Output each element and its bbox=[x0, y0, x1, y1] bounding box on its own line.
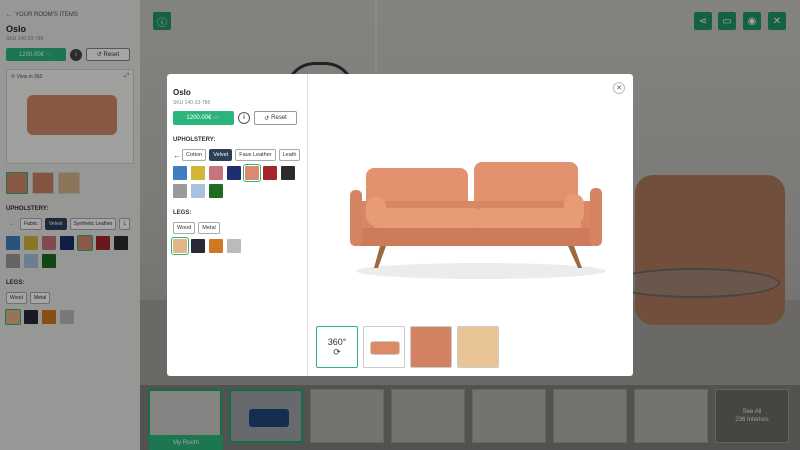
modal-product-sku: SKU 140-33-786 bbox=[173, 100, 211, 106]
info-icon[interactable]: i bbox=[238, 112, 250, 124]
thumb-360-label: 360° bbox=[327, 336, 347, 347]
modal-price-label: 1200.00€ bbox=[186, 115, 212, 121]
upholstery-color-swatch[interactable] bbox=[243, 164, 261, 182]
cart-icon: 🛒 bbox=[213, 115, 221, 122]
modal-thumbnails: 360° ⟳ bbox=[316, 326, 499, 368]
modal-upholstery-heading: UPHOLSTERY: bbox=[173, 137, 216, 143]
modal-price-button[interactable]: 1200.00€ 🛒 bbox=[173, 111, 234, 125]
app-root: ← YOUR ROOM'S ITEMS Oslo SKU 140-33-786 … bbox=[0, 0, 800, 450]
rotate-icon: ⟳ bbox=[333, 346, 341, 357]
thumbnail-sofa[interactable] bbox=[363, 326, 405, 368]
modal-legs-options: Wood Metal bbox=[173, 222, 307, 234]
legs-color-swatch[interactable] bbox=[227, 239, 241, 253]
modal-legs-colors bbox=[171, 237, 305, 255]
sofa-mini bbox=[370, 341, 400, 355]
modal-product-view: ✕ 360° ⟳ bbox=[308, 74, 633, 376]
modal-upholstery-colors bbox=[173, 164, 305, 198]
thumbnail-360[interactable]: 360° ⟳ bbox=[316, 326, 358, 368]
upholstery-color-swatch[interactable] bbox=[281, 166, 295, 180]
upholstery-chip[interactable]: Faux Leather bbox=[235, 149, 276, 161]
upholstery-color-swatch[interactable] bbox=[191, 184, 205, 198]
upholstery-color-swatch[interactable] bbox=[173, 166, 187, 180]
modal-options-panel: Oslo SKU 140-33-786 1200.00€ 🛒 i ↺ Reset … bbox=[167, 74, 308, 376]
legs-chip[interactable]: Wood bbox=[173, 222, 196, 234]
upholstery-chip[interactable]: Cotton bbox=[182, 149, 207, 161]
sofa-main-image bbox=[346, 156, 616, 286]
modal-reset-button[interactable]: ↺ Reset bbox=[254, 111, 297, 125]
upholstery-color-swatch[interactable] bbox=[173, 184, 187, 198]
modal-reset-label: Reset bbox=[271, 115, 287, 121]
legs-color-swatch[interactable] bbox=[191, 239, 205, 253]
upholstery-chip[interactable]: Leath bbox=[278, 149, 301, 161]
upholstery-color-swatch[interactable] bbox=[209, 184, 223, 198]
upholstery-color-swatch[interactable] bbox=[263, 166, 277, 180]
arrow-left-icon[interactable]: ← bbox=[173, 151, 181, 160]
modal-legs-heading: LEGS: bbox=[173, 210, 192, 216]
upholstery-color-swatch[interactable] bbox=[227, 166, 241, 180]
undo-icon: ↺ bbox=[264, 115, 270, 122]
product-detail-modal: Oslo SKU 140-33-786 1200.00€ 🛒 i ↺ Reset … bbox=[167, 74, 633, 376]
close-icon[interactable]: ✕ bbox=[613, 82, 625, 94]
legs-color-swatch[interactable] bbox=[209, 239, 223, 253]
modal-product-name: Oslo bbox=[173, 88, 191, 97]
legs-chip[interactable]: Metal bbox=[198, 222, 220, 234]
thumbnail-wood[interactable] bbox=[457, 326, 499, 368]
modal-upholstery-options: ← Cotton Velvet Faux Leather Leath bbox=[173, 149, 307, 161]
upholstery-color-swatch[interactable] bbox=[209, 166, 223, 180]
legs-color-swatch[interactable] bbox=[171, 237, 189, 255]
upholstery-color-swatch[interactable] bbox=[191, 166, 205, 180]
upholstery-chip-selected[interactable]: Velvet bbox=[209, 149, 233, 161]
thumbnail-fabric[interactable] bbox=[410, 326, 452, 368]
